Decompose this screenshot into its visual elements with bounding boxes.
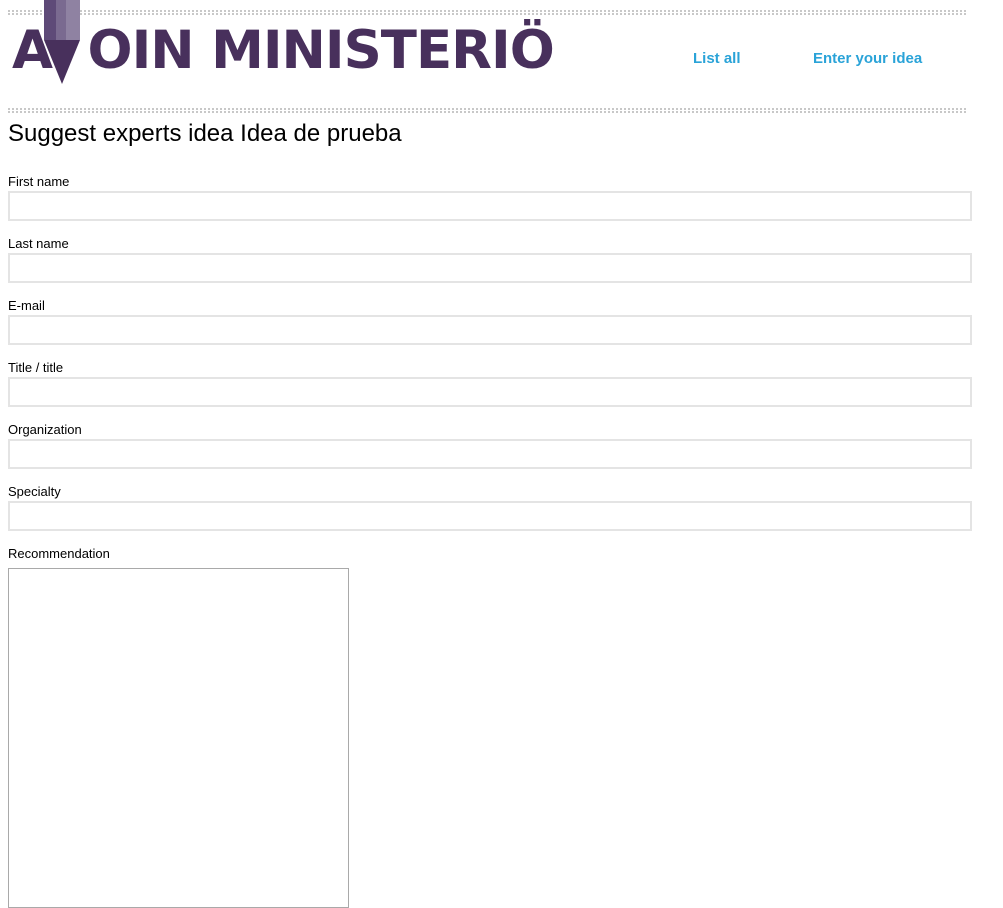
nav-enter-idea-link[interactable]: Enter your idea [813,50,922,67]
nav-list-all-link[interactable]: List all [693,50,741,67]
specialty-field[interactable] [8,501,972,531]
logo-wordmark: AVOIN MINISTERIÖ [12,24,555,77]
first-name-field[interactable] [8,191,972,221]
specialty-label: Specialty [8,484,61,499]
organization-label: Organization [8,422,82,437]
logo-word-rest: OIN MINISTERIÖ [87,20,555,81]
email-field[interactable] [8,315,972,345]
pencil-icon [44,0,80,84]
organization-field[interactable] [8,439,972,469]
title-field[interactable] [8,377,972,407]
last-name-field[interactable] [8,253,972,283]
site-logo[interactable]: AVOIN MINISTERIÖ [12,0,555,90]
header-bottom-divider [8,108,966,113]
recommendation-label: Recommendation [8,546,110,561]
page-title: Suggest experts idea Idea de prueba [8,120,402,147]
recommendation-textarea[interactable] [8,568,349,908]
first-name-label: First name [8,174,70,189]
email-label: E-mail [8,298,45,313]
last-name-label: Last name [8,236,69,251]
title-label: Title / title [8,360,64,375]
